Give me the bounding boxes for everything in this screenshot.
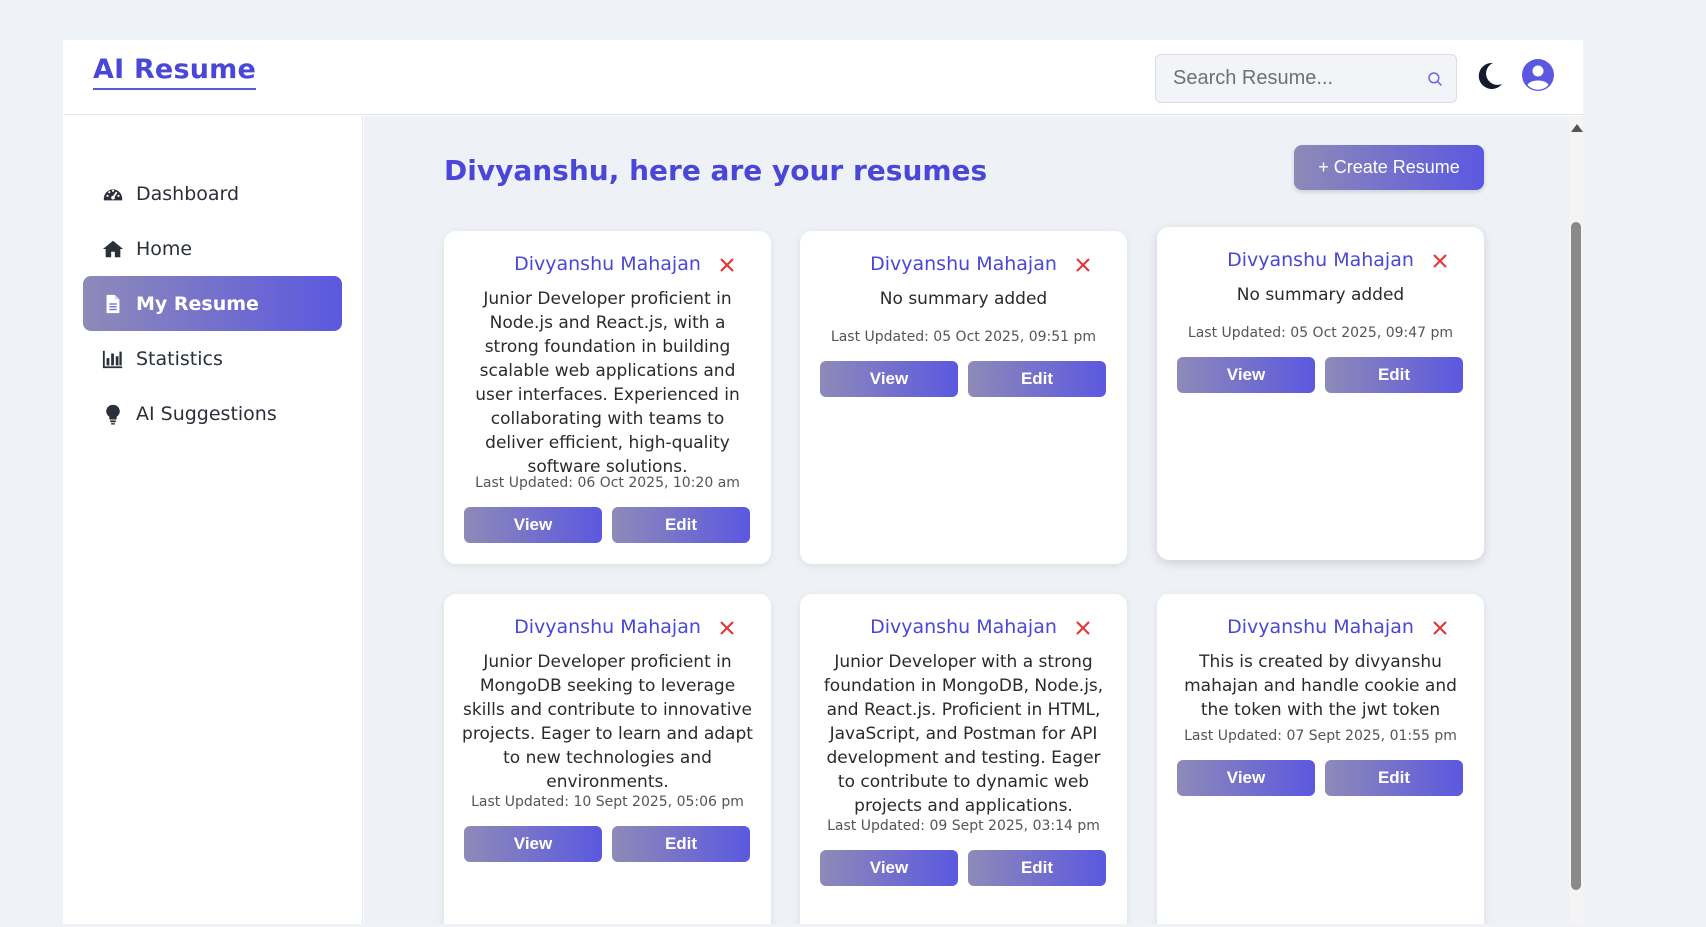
card-summary: No summary added — [879, 289, 1048, 309]
card-updated: Last Updated: 05 Oct 2025, 09:47 pm — [1187, 325, 1454, 341]
sidebar-item-label: Statistics — [136, 347, 223, 370]
search-input[interactable] — [1156, 55, 1396, 102]
resume-card: Divyanshu Mahajan This is created by div… — [1157, 594, 1484, 924]
card-header: Divyanshu Mahajan — [444, 616, 771, 638]
edit-button[interactable]: Edit — [968, 361, 1106, 397]
view-button[interactable]: View — [464, 826, 602, 862]
edit-button[interactable]: Edit — [1325, 760, 1463, 796]
edit-button[interactable]: Edit — [1325, 357, 1463, 393]
card-header: Divyanshu Mahajan — [1157, 249, 1484, 271]
card-name[interactable]: Divyanshu Mahajan — [1227, 249, 1414, 271]
close-icon[interactable] — [717, 255, 737, 275]
card-summary: No summary added — [1236, 285, 1405, 305]
brand-logo[interactable]: AI Resume — [93, 54, 256, 90]
card-name[interactable]: Divyanshu Mahajan — [514, 616, 701, 638]
chart-icon — [102, 350, 123, 368]
search-box — [1155, 54, 1457, 103]
card-name[interactable]: Divyanshu Mahajan — [870, 253, 1057, 275]
app-window: AI Resume Dashboard — [63, 40, 1583, 924]
sidebar-item-ai-suggestions[interactable]: AI Suggestions — [83, 386, 342, 441]
view-button[interactable]: View — [1177, 357, 1315, 393]
sidebar-item-my-resume[interactable]: My Resume — [83, 276, 342, 331]
card-updated: Last Updated: 10 Sept 2025, 05:06 pm — [471, 794, 744, 810]
top-bar: AI Resume — [63, 40, 1583, 115]
card-summary: Junior Developer with a strong foundatio… — [823, 652, 1104, 816]
card-name[interactable]: Divyanshu Mahajan — [514, 253, 701, 275]
close-icon[interactable] — [1073, 618, 1093, 638]
resume-card: Divyanshu Mahajan Junior Developer profi… — [444, 594, 771, 924]
lightbulb-icon — [106, 404, 120, 425]
scrollbar[interactable] — [1569, 116, 1583, 924]
close-icon[interactable] — [717, 618, 737, 638]
resume-card: Divyanshu Mahajan No summary added Last … — [800, 231, 1127, 564]
view-button[interactable]: View — [820, 850, 958, 886]
card-updated: Last Updated: 07 Sept 2025, 01:55 pm — [1184, 728, 1457, 744]
user-icon[interactable] — [1521, 58, 1555, 92]
sidebar-item-home[interactable]: Home — [83, 221, 342, 276]
sidebar-item-label: AI Suggestions — [136, 402, 277, 425]
resume-card: Divyanshu Mahajan No summary added Last … — [1157, 227, 1484, 560]
sidebar-item-dashboard[interactable]: Dashboard — [83, 166, 342, 221]
card-name[interactable]: Divyanshu Mahajan — [870, 616, 1057, 638]
card-updated: Last Updated: 09 Sept 2025, 03:14 pm — [827, 818, 1100, 834]
home-icon — [102, 240, 124, 257]
dashboard-icon — [103, 188, 123, 200]
card-updated: Last Updated: 06 Oct 2025, 10:20 am — [475, 475, 740, 491]
scroll-up-arrow-icon[interactable] — [1571, 124, 1583, 132]
card-header: Divyanshu Mahajan — [800, 616, 1127, 638]
close-icon[interactable] — [1430, 618, 1450, 638]
sidebar-item-statistics[interactable]: Statistics — [83, 331, 342, 386]
view-button[interactable]: View — [1177, 760, 1315, 796]
close-icon[interactable] — [1073, 255, 1093, 275]
sidebar: Dashboard Home My Resume Statistics AI S… — [63, 116, 363, 924]
view-button[interactable]: View — [820, 361, 958, 397]
moon-icon[interactable] — [1474, 60, 1504, 92]
sidebar-item-label: My Resume — [136, 292, 259, 315]
create-resume-button[interactable]: + Create Resume — [1294, 145, 1484, 190]
page-title: Divyanshu, here are your resumes — [444, 154, 988, 187]
edit-button[interactable]: Edit — [612, 826, 750, 862]
sidebar-item-label: Dashboard — [136, 182, 240, 205]
card-updated: Last Updated: 05 Oct 2025, 09:51 pm — [830, 329, 1097, 345]
close-icon[interactable] — [1430, 251, 1450, 271]
card-header: Divyanshu Mahajan — [800, 253, 1127, 275]
card-header: Divyanshu Mahajan — [444, 253, 771, 275]
resume-card: Divyanshu Mahajan Junior Developer profi… — [444, 231, 771, 564]
card-summary: This is created by divyanshu mahajan and… — [1184, 652, 1457, 720]
card-summary: Junior Developer proficient in Node.js a… — [475, 289, 740, 477]
card-summary: Junior Developer proficient in MongoDB s… — [462, 652, 753, 792]
file-icon — [106, 294, 120, 313]
edit-button[interactable]: Edit — [968, 850, 1106, 886]
search-icon[interactable] — [1426, 70, 1444, 88]
scrollbar-thumb[interactable] — [1571, 222, 1581, 890]
sidebar-item-label: Home — [136, 237, 193, 260]
edit-button[interactable]: Edit — [612, 507, 750, 543]
resume-card: Divyanshu Mahajan Junior Developer with … — [800, 594, 1127, 924]
card-name[interactable]: Divyanshu Mahajan — [1227, 616, 1414, 638]
main-content: Divyanshu, here are your resumes + Creat… — [364, 116, 1569, 924]
view-button[interactable]: View — [464, 507, 602, 543]
card-header: Divyanshu Mahajan — [1157, 616, 1484, 638]
